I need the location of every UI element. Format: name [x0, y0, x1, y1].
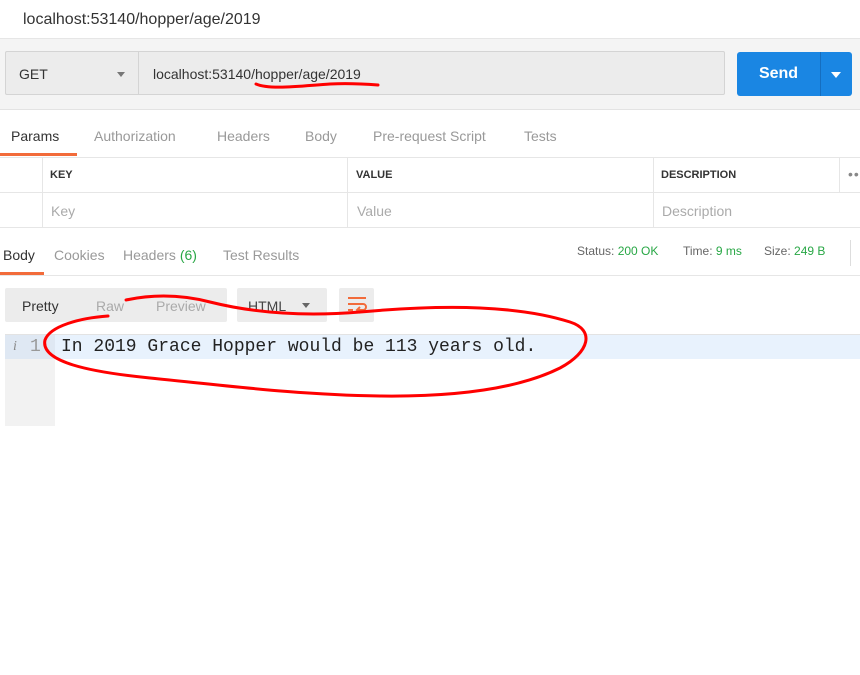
- tab-pre-request-script[interactable]: Pre-request Script: [373, 128, 486, 144]
- status-readout: Status: 200 OK: [577, 244, 658, 258]
- response-tabs-divider: [0, 275, 860, 276]
- line-number: 1: [30, 337, 41, 357]
- status-divider: [850, 240, 851, 266]
- time-label: Time:: [683, 244, 713, 258]
- params-row-handle-header: [0, 158, 42, 193]
- response-tab-test-results[interactable]: Test Results: [223, 247, 299, 263]
- time-value: 9 ms: [715, 244, 742, 258]
- method-label: GET: [19, 66, 48, 82]
- view-preview-button[interactable]: Preview: [156, 298, 206, 314]
- param-key-input[interactable]: Key: [42, 193, 347, 228]
- dropdown-caret-icon: [302, 303, 310, 308]
- headers-count-badge: (6): [179, 247, 197, 263]
- status-label: Status:: [577, 244, 615, 258]
- response-tab-cookies[interactable]: Cookies: [54, 247, 105, 263]
- request-title: localhost:53140/hopper/age/2019: [23, 11, 261, 28]
- url-input[interactable]: localhost:53140/hopper/age/2019: [138, 51, 725, 95]
- tab-body[interactable]: Body: [305, 128, 337, 144]
- param-description-input[interactable]: Description: [653, 193, 860, 228]
- time-readout: Time: 9 ms: [683, 244, 742, 258]
- params-header-description: DESCRIPTION: [653, 158, 839, 193]
- view-raw-button[interactable]: Raw: [96, 298, 124, 314]
- wrap-lines-button[interactable]: [339, 288, 374, 322]
- tab-authorization[interactable]: Authorization: [94, 128, 176, 144]
- format-select[interactable]: HTML: [237, 288, 327, 322]
- params-header-value: VALUE: [347, 158, 653, 193]
- param-value-input[interactable]: Value: [347, 193, 653, 228]
- dropdown-caret-icon: [117, 72, 125, 77]
- size-readout: Size: 249 B: [764, 244, 825, 258]
- tab-headers[interactable]: Headers: [217, 128, 270, 144]
- send-dropdown-button[interactable]: [820, 52, 852, 96]
- view-pretty-button[interactable]: Pretty: [22, 298, 59, 314]
- size-value: 249 B: [794, 244, 826, 258]
- response-tab-body[interactable]: Body: [3, 247, 35, 263]
- params-row-handle: [0, 193, 42, 228]
- params-header-key: KEY: [42, 158, 347, 193]
- more-options-icon[interactable]: •••: [848, 166, 860, 182]
- response-tab-headers[interactable]: Headers (6): [123, 247, 197, 263]
- tab-tests[interactable]: Tests: [524, 128, 557, 144]
- send-dropdown-caret-icon: [831, 72, 841, 78]
- size-label: Size:: [764, 244, 791, 258]
- response-tab-headers-label: Headers: [123, 247, 176, 263]
- response-body-line: In 2019 Grace Hopper would be 113 years …: [61, 337, 537, 357]
- send-button[interactable]: Send: [737, 52, 820, 96]
- active-tab-indicator: [0, 153, 77, 156]
- info-icon: i: [13, 339, 17, 354]
- response-view-toggle: Pretty Raw Preview: [5, 288, 227, 322]
- tab-params[interactable]: Params: [11, 128, 59, 144]
- wrap-lines-icon: [348, 297, 367, 314]
- format-label: HTML: [248, 298, 287, 314]
- method-select[interactable]: GET: [5, 51, 138, 95]
- status-value: 200 OK: [617, 244, 659, 258]
